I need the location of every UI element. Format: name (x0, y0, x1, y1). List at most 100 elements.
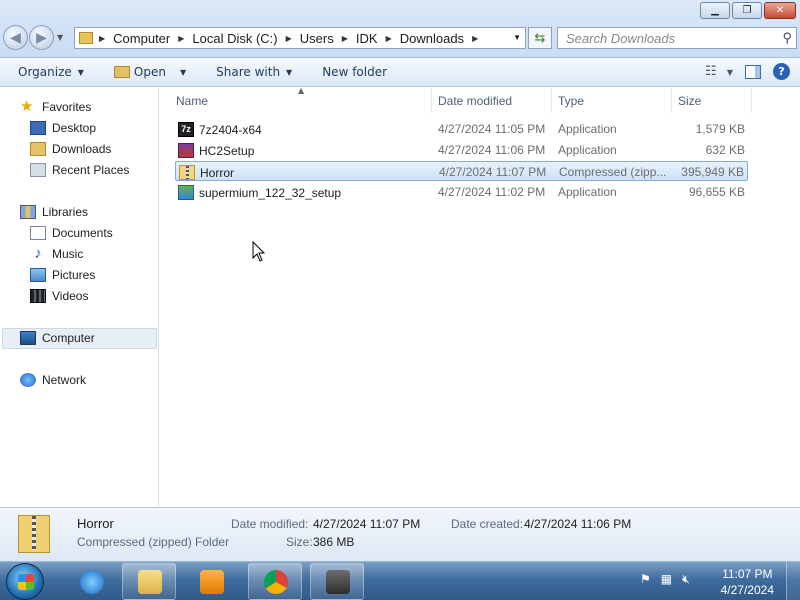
nav-desktop[interactable]: Desktop (30, 121, 96, 135)
column-header-size[interactable]: Size (672, 88, 752, 113)
file-date: 4/27/2024 11:06 PM (438, 143, 546, 157)
breadcrumb-local-disk[interactable]: Local Disk (C:) (192, 31, 277, 46)
computer-icon (20, 331, 36, 345)
minimize-button[interactable]: ▁ (700, 2, 730, 19)
breadcrumb-idk[interactable]: IDK (356, 31, 378, 46)
share-with-button[interactable]: Share with ▼ (216, 65, 292, 79)
breadcrumb-separator-icon[interactable]: ▶ (99, 34, 105, 43)
file-list: ▲ Name Date modified Type Size 7z 7z2404-… (160, 86, 800, 506)
zip-folder-icon (18, 515, 50, 553)
file-size: 395,949 KB (681, 165, 744, 179)
detail-date-created: 4/27/2024 11:06 PM (524, 517, 632, 531)
taskbar-explorer[interactable] (122, 563, 176, 600)
nav-favorites[interactable]: ★ Favorites (20, 99, 91, 114)
back-button[interactable]: ◀ (3, 25, 28, 50)
column-header-date-modified[interactable]: Date modified (432, 88, 552, 113)
breadcrumb-separator-icon[interactable]: ▶ (472, 34, 478, 43)
column-header-name[interactable]: Name (170, 88, 432, 113)
volume-muted-icon[interactable]: 🔇︎ (682, 572, 690, 587)
window-titlebar: ▁ ❐ ✕ ◀ ▶ ▼ ▶ Computer ▶ Local Disk (C:) ▶… (0, 0, 800, 58)
breadcrumb-computer[interactable]: Computer (113, 31, 170, 46)
nav-videos[interactable]: Videos (30, 289, 88, 303)
taskbar-browser[interactable] (248, 563, 302, 600)
detail-file-type: Compressed (zipped) Folder (77, 535, 230, 549)
recent-pages-dropdown-icon[interactable]: ▼ (57, 33, 63, 42)
navigation-buttons: ◀ ▶ ▼ (3, 25, 63, 50)
breadcrumb-separator-icon[interactable]: ▶ (386, 34, 392, 43)
open-button[interactable]: Open ▼ (113, 65, 187, 79)
clock-time: 11:07 PM (722, 567, 773, 581)
chevron-down-icon: ▼ (77, 67, 84, 77)
file-size: 1,579 KB (695, 122, 745, 136)
nav-libraries-label: Libraries (42, 205, 89, 219)
command-bar: Organize ▼ Open ▼ Share with ▼ New folder ☷… (0, 58, 800, 87)
view-options-icon[interactable]: ☷ ▼ (705, 64, 733, 79)
file-row[interactable]: 7z 7z2404-x64 4/27/2024 11:05 PM Applicat… (175, 119, 748, 139)
desktop-icon (30, 121, 46, 135)
nav-network[interactable]: Network (20, 373, 86, 387)
taskbar-clock[interactable]: 11:07 PM 4/27/2024 (721, 566, 774, 598)
downloads-folder-icon (30, 142, 46, 156)
file-type: Compressed (zipp... (559, 165, 667, 179)
organize-button[interactable]: Organize ▼ (18, 65, 84, 79)
column-header-type[interactable]: Type (552, 88, 672, 113)
nav-videos-label: Videos (52, 289, 89, 303)
videos-icon (30, 289, 46, 303)
search-icon[interactable]: ⚲ (782, 30, 792, 46)
new-folder-button[interactable]: New folder (322, 65, 387, 79)
breadcrumb-separator-icon[interactable]: ▶ (342, 34, 348, 43)
window-controls: ▁ ❐ ✕ (700, 2, 796, 19)
column-size-label: Size (678, 93, 702, 108)
file-name: Horror (200, 165, 235, 180)
nav-computer[interactable]: Computer (20, 331, 95, 345)
breadcrumb-users[interactable]: Users (300, 31, 334, 46)
maximize-button[interactable]: ❐ (732, 2, 762, 19)
file-size: 96,655 KB (688, 185, 745, 199)
nav-downloads[interactable]: Downloads (30, 142, 111, 156)
file-type: Application (558, 185, 617, 199)
nav-computer-label: Computer (42, 331, 95, 345)
search-input[interactable]: Search Downloads ⚲ (557, 27, 797, 49)
close-button[interactable]: ✕ (764, 2, 796, 19)
navigation-pane: ★ Favorites Desktop Downloads Recent Pla… (0, 88, 159, 506)
network-icon (20, 373, 36, 387)
preview-pane-icon[interactable] (745, 64, 761, 79)
forward-button[interactable]: ▶ (29, 25, 54, 50)
column-type-label: Type (558, 93, 585, 108)
address-bar[interactable]: ▶ Computer ▶ Local Disk (C:) ▶ Users ▶ IDK ▶… (74, 27, 526, 49)
internet-explorer-icon (80, 570, 104, 594)
breadcrumb-downloads[interactable]: Downloads (400, 31, 464, 46)
installer-icon (326, 570, 350, 594)
nav-libraries[interactable]: Libraries (20, 205, 88, 219)
file-row[interactable]: HC2Setup 4/27/2024 11:06 PM Application … (175, 140, 748, 160)
show-desktop-button[interactable] (786, 562, 800, 600)
taskbar-media-player[interactable] (184, 563, 238, 600)
address-dropdown-icon[interactable]: ▼ (513, 33, 521, 42)
file-row-selected[interactable]: Horror 4/27/2024 11:07 PM Compressed (zi… (175, 161, 748, 181)
detail-size: 386 MB (313, 535, 355, 549)
taskbar-installer[interactable] (310, 563, 364, 600)
installer-icon (178, 143, 194, 158)
taskbar-internet-explorer[interactable] (64, 563, 118, 600)
pictures-icon (30, 268, 46, 282)
start-button[interactable] (6, 563, 44, 600)
details-pane: Horror Compressed (zipped) Folder Date m… (0, 507, 800, 561)
nav-music[interactable]: ♪ Music (30, 246, 83, 261)
nav-documents-label: Documents (52, 226, 113, 240)
nav-documents[interactable]: Documents (30, 226, 113, 240)
refresh-button[interactable]: ⇆ (528, 27, 552, 49)
7zip-icon: 7z (178, 122, 194, 137)
zip-folder-icon (179, 165, 195, 180)
file-row[interactable]: supermium_122_32_setup 4/27/2024 11:02 P… (175, 182, 748, 202)
help-icon[interactable]: ? (773, 63, 790, 80)
nav-recent-places[interactable]: Recent Places (30, 163, 129, 177)
breadcrumb-separator-icon[interactable]: ▶ (286, 34, 292, 43)
chevron-down-icon: ▼ (179, 67, 187, 77)
breadcrumb-separator-icon[interactable]: ▶ (178, 34, 184, 43)
open-label: Open (133, 65, 166, 79)
network-tray-icon[interactable]: ▦ (661, 572, 672, 587)
nav-pictures[interactable]: Pictures (30, 268, 95, 282)
action-center-flag-icon[interactable]: ⚑ (640, 572, 651, 587)
detail-date-modified-label: Date modified: (231, 517, 309, 531)
nav-network-label: Network (42, 373, 87, 387)
